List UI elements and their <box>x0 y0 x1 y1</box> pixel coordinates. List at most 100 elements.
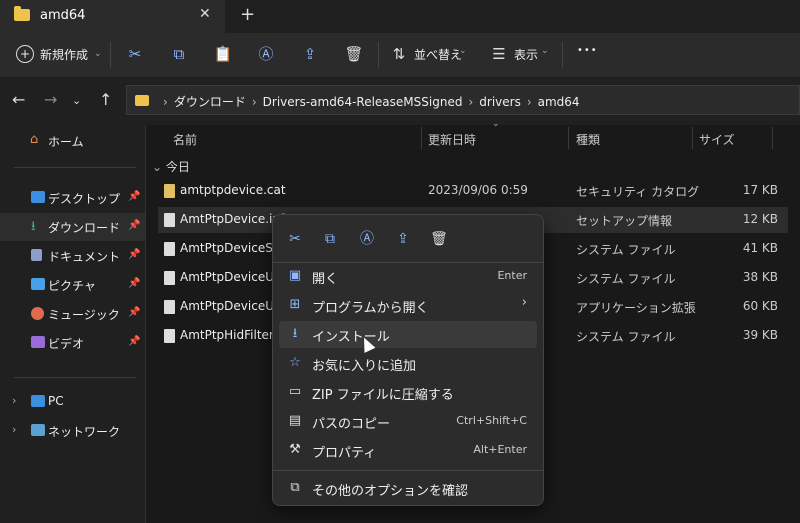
sidebar-item-music[interactable]: ミュージック 📌 <box>0 300 145 328</box>
menu-item-open-with[interactable]: ⊞ プログラムから開く › <box>279 292 537 319</box>
pc-icon <box>31 395 45 407</box>
tab-strip: amd64 ✕ + <box>0 0 800 33</box>
sidebar-item-home[interactable]: ⌂ ホーム <box>0 127 145 155</box>
sidebar-item-label: ネットワーク <box>48 425 121 439</box>
menu-item-label: ZIP ファイルに圧縮する <box>312 388 454 403</box>
sidebar-item-desktop[interactable]: デスクトップ 📌 <box>0 184 145 212</box>
menu-item-label: インストール <box>312 330 390 345</box>
pin-icon[interactable]: 📌 <box>128 249 140 260</box>
delete-icon[interactable]: 🗑 <box>427 227 451 251</box>
breadcrumb-item[interactable]: ダウンロード <box>174 95 246 109</box>
chevron-right-icon[interactable]: › <box>12 394 16 407</box>
menu-item-install[interactable]: ⭳ インストール <box>279 321 537 348</box>
sidebar-item-downloads[interactable]: ⭳ ダウンロード 📌 <box>0 213 145 241</box>
chevron-down-icon: ⌄ <box>541 46 549 56</box>
command-bar: + 新規作成 ⌄ ✂ ⧉ 📋 Ⓐ ⇪ 🗑 ⇅ 並べ替え ⌄ ☰ 表示 ⌄ ••• <box>0 33 800 78</box>
sidebar-item-pictures[interactable]: ピクチャ 📌 <box>0 271 145 299</box>
menu-item-add-favorite[interactable]: ☆ お気に入りに追加 <box>279 350 537 377</box>
cut-icon[interactable]: ✂ <box>283 227 307 251</box>
chevron-down-icon: ⌄ <box>459 46 467 56</box>
view-button[interactable]: 表示 <box>514 46 538 63</box>
chevron-down-icon: ⌄ <box>152 160 163 174</box>
file-type: システム ファイル <box>576 243 676 257</box>
chevron-right-icon: › <box>521 295 527 310</box>
table-row[interactable]: amtptpdevice.cat 2023/09/06 0:59 セキュリティ … <box>158 178 788 204</box>
column-divider[interactable] <box>692 127 693 149</box>
menu-item-label: パスのコピー <box>312 417 391 432</box>
menu-item-show-more-options[interactable]: ⧉ その他のオプションを確認 <box>279 475 537 502</box>
share-icon[interactable]: ⇪ <box>391 227 415 251</box>
rename-icon[interactable]: Ⓐ <box>355 227 379 251</box>
sidebar-item-network[interactable]: › ネットワーク <box>0 417 145 445</box>
view-icon[interactable]: ☰ <box>488 43 510 65</box>
breadcrumb-item[interactable]: Drivers-amd64-ReleaseMSSigned <box>263 95 463 109</box>
forward-arrow-icon[interactable]: → <box>44 90 57 109</box>
sidebar-item-pc[interactable]: › PC <box>0 388 145 416</box>
close-icon[interactable]: ✕ <box>199 6 211 22</box>
home-icon: ⌂ <box>30 132 39 147</box>
delete-icon[interactable]: 🗑 <box>343 43 365 65</box>
properties-icon: ⚒ <box>289 442 301 457</box>
sys-file-icon <box>164 271 175 285</box>
up-arrow-icon[interactable]: ↑ <box>99 90 112 109</box>
column-divider[interactable] <box>772 127 773 149</box>
column-divider[interactable] <box>568 127 569 149</box>
copy-icon[interactable]: ⧉ <box>168 43 190 65</box>
cut-icon[interactable]: ✂ <box>124 43 146 65</box>
menu-item-label: プロパティ <box>312 446 377 461</box>
share-icon[interactable]: ⇪ <box>299 43 321 65</box>
tab-title: amd64 <box>40 8 86 23</box>
pin-icon[interactable]: 📌 <box>128 336 140 347</box>
sort-icon[interactable]: ⇅ <box>388 43 410 65</box>
back-arrow-icon[interactable]: ← <box>12 90 25 109</box>
rename-icon[interactable]: Ⓐ <box>255 43 277 65</box>
breadcrumb-item[interactable]: amd64 <box>538 95 580 109</box>
pin-icon[interactable]: 📌 <box>128 278 140 289</box>
context-menu: ✂ ⧉ Ⓐ ⇪ 🗑 ▣ 開く Enter ⊞ プログラムから開く › ⭳ インス… <box>272 214 544 506</box>
paste-icon[interactable]: 📋 <box>212 43 234 65</box>
chevron-right-icon[interactable]: › <box>12 423 16 436</box>
menu-item-label: 開く <box>312 272 339 287</box>
column-header-size[interactable]: サイズ <box>699 131 735 148</box>
dll-file-icon <box>164 300 175 314</box>
file-type: セットアップ情報 <box>576 214 673 228</box>
inf-file-icon <box>164 213 175 227</box>
file-size: 60 KB <box>742 299 778 313</box>
navigation-bar: ← → ⌄ ↑ › ダウンロード › Drivers-amd64-ReleaseMSS… <box>0 77 800 125</box>
chevron-right-icon: › <box>251 95 257 109</box>
download-icon: ⭳ <box>31 219 36 234</box>
column-header-name[interactable]: 名前 <box>173 131 197 148</box>
sort-button[interactable]: 並べ替え <box>414 46 462 63</box>
tab-amd64[interactable]: amd64 ✕ <box>0 0 225 33</box>
menu-item-shortcut: Alt+Enter <box>473 443 527 456</box>
install-icon: ⭳ <box>292 326 298 341</box>
chevron-down-icon[interactable]: ⌄ <box>72 94 81 107</box>
sidebar-item-label: ミュージック <box>48 308 120 322</box>
pin-icon[interactable]: 📌 <box>128 220 140 231</box>
column-header-type[interactable]: 種類 <box>576 131 600 148</box>
menu-item-label: お気に入りに追加 <box>312 359 417 374</box>
menu-item-shortcut: Ctrl+Shift+C <box>456 414 527 427</box>
address-bar[interactable]: › ダウンロード › Drivers-amd64-ReleaseMSSigned › dr… <box>126 85 800 115</box>
pin-icon[interactable]: 📌 <box>128 191 140 202</box>
menu-item-compress-zip[interactable]: ▭ ZIP ファイルに圧縮する <box>279 379 537 406</box>
menu-item-copy-path[interactable]: ▤ パスのコピー Ctrl+Shift+C <box>279 408 537 435</box>
sidebar-item-label: ダウンロード <box>48 221 121 235</box>
breadcrumb-item[interactable]: drivers <box>479 95 521 109</box>
new-tab-button[interactable]: + <box>240 4 255 25</box>
more-options-button[interactable]: ••• <box>577 45 598 56</box>
group-label: 今日 <box>165 160 190 174</box>
pin-icon[interactable]: 📌 <box>128 307 140 318</box>
sidebar-item-documents[interactable]: ドキュメント 📌 <box>0 242 145 270</box>
menu-item-label: プログラムから開く <box>312 301 429 316</box>
sidebar-item-label: ホーム <box>48 135 84 149</box>
column-header-date[interactable]: 更新日時 <box>428 131 476 148</box>
group-header[interactable]: ⌄ 今日 <box>152 158 190 175</box>
column-divider[interactable] <box>421 127 422 149</box>
menu-item-properties[interactable]: ⚒ プロパティ Alt+Enter <box>279 437 537 464</box>
breadcrumb: › ダウンロード › Drivers-amd64-ReleaseMSSigned › dr… <box>157 93 580 110</box>
sidebar-item-videos[interactable]: ビデオ 📌 <box>0 329 145 357</box>
new-button[interactable]: + 新規作成 ⌄ <box>16 45 102 63</box>
menu-item-open[interactable]: ▣ 開く Enter <box>279 263 537 290</box>
copy-icon[interactable]: ⧉ <box>318 227 342 251</box>
